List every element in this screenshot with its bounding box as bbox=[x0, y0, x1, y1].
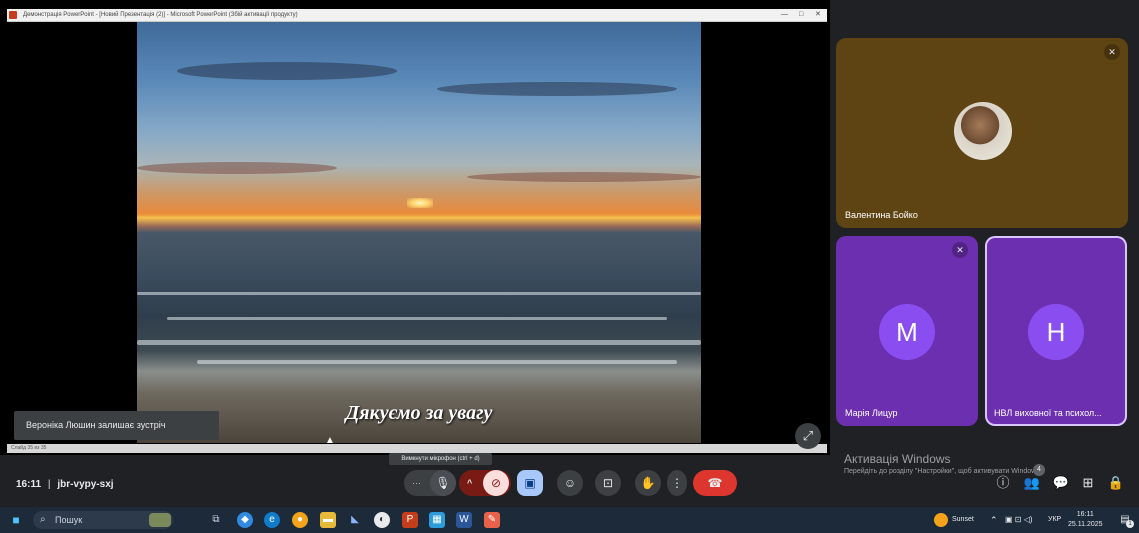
meeting-info: 16:11 | jbr-vypy-sxj bbox=[16, 479, 114, 490]
fullscreen-icon[interactable]: ⤢ bbox=[795, 423, 821, 449]
mic-control: ··· 🎙 bbox=[404, 470, 456, 496]
mic-tooltip: Вимкнути мікрофон (ctrl + d) bbox=[389, 453, 492, 465]
maximize-icon[interactable]: □ bbox=[799, 9, 803, 21]
shared-screen: Демонстрація PowerPoint - [Новий Презент… bbox=[0, 0, 830, 455]
task-view-icon[interactable]: ⧉ bbox=[208, 512, 224, 528]
chat-icon[interactable]: 💬 bbox=[1051, 474, 1071, 492]
powerpoint-statusbar: Слайд 35 из 35 bbox=[7, 444, 827, 453]
avatar: M bbox=[879, 304, 935, 360]
edge-icon[interactable]: e bbox=[264, 512, 280, 528]
chevron-up-icon[interactable]: ^ bbox=[467, 470, 472, 496]
close-icon[interactable]: ✕ bbox=[815, 9, 821, 21]
paint-icon[interactable]: ✎ bbox=[484, 512, 500, 528]
language-indicator[interactable]: УКР bbox=[1048, 507, 1061, 533]
more-audio-icon[interactable]: ··· bbox=[412, 470, 421, 496]
people-glyph: 👥 bbox=[1023, 475, 1041, 490]
cloud bbox=[467, 172, 701, 182]
activities-icon[interactable]: ⊞ bbox=[1078, 474, 1098, 492]
powerpoint-titlebar: Демонстрація PowerPoint - [Новий Презент… bbox=[7, 9, 827, 22]
clock-date: 25.11.2025 bbox=[1068, 521, 1103, 528]
clock[interactable]: 16:11 25.11.2025 bbox=[1068, 510, 1103, 530]
captions-button[interactable]: ⊡ bbox=[595, 470, 621, 496]
tray-icons[interactable]: ▣ ⊡ ◁) bbox=[1005, 507, 1033, 533]
notification-icon[interactable]: ▤ 1 bbox=[1118, 513, 1134, 528]
powerpoint-taskbar-icon[interactable]: P bbox=[402, 512, 418, 528]
emoji-button[interactable]: ☺ bbox=[557, 470, 583, 496]
meeting-code: jbr-vypy-sxj bbox=[57, 479, 114, 490]
participant-tile[interactable]: H НВЛ виховної та психол... bbox=[985, 236, 1127, 426]
participant-tile[interactable]: ✕ M Марія Лицур bbox=[836, 236, 978, 426]
cloud bbox=[437, 82, 677, 96]
present-icon: ▣ bbox=[524, 476, 536, 490]
hand-icon: ✋ bbox=[640, 476, 656, 490]
calculator-icon[interactable]: ▦ bbox=[429, 512, 445, 528]
notification-badge: 1 bbox=[1126, 520, 1134, 528]
participant-name: Марія Лицур bbox=[845, 408, 898, 418]
search-icon: ⌕ bbox=[40, 514, 46, 525]
mouse-cursor-icon: ▲ bbox=[325, 435, 335, 446]
wave bbox=[197, 360, 677, 364]
notification-toast: Вероніка Люшин залишає зустріч bbox=[14, 411, 219, 440]
avatar bbox=[954, 102, 1012, 160]
leave-call-button[interactable]: ☎ bbox=[693, 470, 737, 496]
captions-icon: ⊡ bbox=[602, 476, 614, 490]
slide-image: Дякуємо за увагу bbox=[137, 22, 701, 443]
participant-tile[interactable]: ✕ Валентина Бойко bbox=[836, 38, 1128, 228]
info-icon[interactable]: ⓘ bbox=[993, 474, 1013, 492]
hangup-icon: ☎ bbox=[707, 476, 723, 490]
windows-start-icon[interactable]: ■ bbox=[8, 512, 24, 528]
weather-icon[interactable] bbox=[934, 513, 948, 527]
sun bbox=[407, 198, 433, 208]
raise-hand-button[interactable]: ✋ bbox=[635, 470, 661, 496]
minimize-icon[interactable]: — bbox=[781, 9, 788, 21]
participant-name: Валентина Бойко bbox=[845, 210, 918, 220]
people-icon[interactable]: 👥 4 bbox=[1022, 464, 1045, 492]
cloud bbox=[177, 62, 397, 80]
separator: | bbox=[47, 479, 51, 490]
search-placeholder: Пошук bbox=[55, 515, 83, 525]
avatar: H bbox=[1028, 304, 1084, 360]
camera-button[interactable]: ⊘ bbox=[483, 470, 509, 496]
slide-counter: Слайд 35 из 35 bbox=[11, 445, 47, 451]
camera-off-icon: ⊘ bbox=[490, 476, 502, 490]
chrome-icon[interactable]: ● bbox=[292, 512, 308, 528]
cloud bbox=[137, 162, 337, 174]
meeting-time: 16:11 bbox=[16, 479, 42, 490]
weather-text[interactable]: Sunset bbox=[952, 507, 974, 533]
windows-taskbar: ■ ⌕ Пошук ⧉ ◆ e ● ▬ ◣ ◐ P ▦ W ✎ Sunset ⌃… bbox=[0, 507, 1139, 533]
powerpoint-icon bbox=[9, 11, 17, 19]
more-vert-icon: ⋮ bbox=[671, 476, 683, 490]
chevron-up-icon[interactable]: ⌃ bbox=[990, 507, 998, 533]
more-options-button[interactable]: ⋮ bbox=[667, 470, 687, 496]
wave bbox=[167, 317, 667, 320]
powerpoint-window-title: Демонстрація PowerPoint - [Новий Презент… bbox=[23, 12, 298, 18]
slide-caption: Дякуємо за увагу bbox=[345, 402, 493, 424]
microphone-icon: 🎙 bbox=[435, 476, 451, 490]
camera-control: ^ ⊘ bbox=[459, 470, 511, 496]
microphone-button[interactable]: 🎙 bbox=[430, 470, 456, 496]
media-player-icon[interactable]: ◣ bbox=[347, 512, 363, 528]
participant-name: НВЛ виховної та психол... bbox=[994, 408, 1102, 418]
emoji-icon: ☺ bbox=[563, 476, 577, 490]
search-highlight-icon bbox=[149, 513, 171, 527]
mic-off-icon: ✕ bbox=[1104, 44, 1120, 60]
file-explorer-icon[interactable]: ▬ bbox=[320, 512, 336, 528]
mic-off-icon: ✕ bbox=[952, 242, 968, 258]
host-controls-icon[interactable]: 🔒 bbox=[1106, 474, 1126, 492]
wave bbox=[137, 292, 701, 295]
toast-text: Вероніка Люшин залишає зустріч bbox=[26, 420, 166, 430]
copilot-icon[interactable]: ◆ bbox=[237, 512, 253, 528]
windows-activation-title: Активація Windows bbox=[844, 452, 951, 466]
app-icon[interactable]: ◐ bbox=[374, 512, 390, 528]
word-icon[interactable]: W bbox=[456, 512, 472, 528]
clock-time: 16:11 bbox=[1076, 511, 1094, 518]
present-button[interactable]: ▣ bbox=[517, 470, 543, 496]
wave bbox=[137, 340, 701, 345]
taskbar-search[interactable]: ⌕ Пошук bbox=[33, 511, 173, 529]
participants-count-badge: 4 bbox=[1033, 464, 1045, 476]
